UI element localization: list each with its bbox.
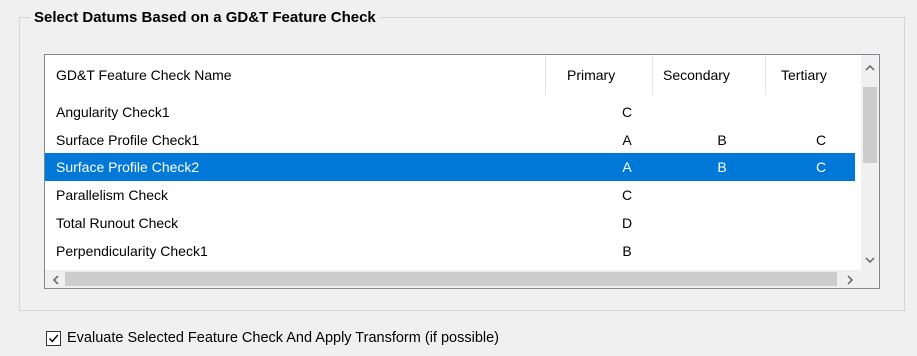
cell-name: Surface Profile Check2 <box>56 159 200 175</box>
chevron-up-icon[interactable] <box>861 61 879 75</box>
table-row[interactable]: Surface Profile Check1 A B C <box>45 126 855 154</box>
table-row[interactable]: Perpendicularity Check1 B <box>45 237 855 265</box>
evaluate-transform-label[interactable]: Evaluate Selected Feature Check And Appl… <box>67 330 499 346</box>
cell-tertiary <box>787 209 855 237</box>
cell-secondary <box>657 181 787 209</box>
cell-tertiary <box>787 98 855 126</box>
horizontal-scroll-thumb[interactable] <box>65 272 837 286</box>
group-title: Select Datums Based on a GD&T Feature Ch… <box>30 9 380 26</box>
table-row[interactable]: Total Runout Check D <box>45 209 855 237</box>
cell-secondary <box>657 237 787 265</box>
checkmark-icon <box>48 334 59 343</box>
cell-secondary <box>657 98 787 126</box>
chevron-left-icon[interactable] <box>47 274 65 288</box>
cell-secondary: B <box>717 159 727 175</box>
list-header: GD&T Feature Check Name Primary Secondar… <box>45 55 863 95</box>
vertical-scroll-thumb[interactable] <box>863 87 877 163</box>
cell-name: Parallelism Check <box>56 187 169 203</box>
column-header-secondary[interactable]: Secondary <box>663 55 730 95</box>
cell-tertiary <box>787 181 855 209</box>
column-divider <box>765 55 766 95</box>
column-header-primary[interactable]: Primary <box>567 55 615 95</box>
horizontal-scrollbar[interactable] <box>45 270 879 288</box>
table-row[interactable]: Angularity Check1 C <box>45 98 855 126</box>
column-header-name[interactable]: GD&T Feature Check Name <box>56 55 232 95</box>
evaluate-transform-checkbox[interactable] <box>46 331 61 346</box>
cell-tertiary: C <box>815 132 827 148</box>
chevron-right-icon[interactable] <box>841 274 859 288</box>
table-row[interactable]: Parallelism Check C <box>45 181 855 209</box>
cell-name: Angularity Check1 <box>56 104 170 120</box>
cell-name: Surface Profile Check1 <box>56 132 200 148</box>
vertical-scrollbar[interactable] <box>861 55 879 271</box>
cell-secondary <box>657 209 787 237</box>
scrollbar-corner <box>861 270 879 288</box>
cell-name: Total Runout Check <box>56 215 179 231</box>
feature-check-list[interactable]: GD&T Feature Check Name Primary Secondar… <box>44 54 880 289</box>
cell-secondary: B <box>717 132 727 148</box>
chevron-down-icon[interactable] <box>861 253 879 267</box>
cell-tertiary <box>787 237 855 265</box>
cell-name: Perpendicularity Check1 <box>56 243 208 259</box>
column-header-tertiary[interactable]: Tertiary <box>781 55 827 95</box>
table-row-selected[interactable]: Surface Profile Check2 A B C <box>45 153 855 181</box>
column-divider <box>652 55 653 95</box>
cell-tertiary: C <box>815 159 827 175</box>
column-divider <box>545 55 546 95</box>
